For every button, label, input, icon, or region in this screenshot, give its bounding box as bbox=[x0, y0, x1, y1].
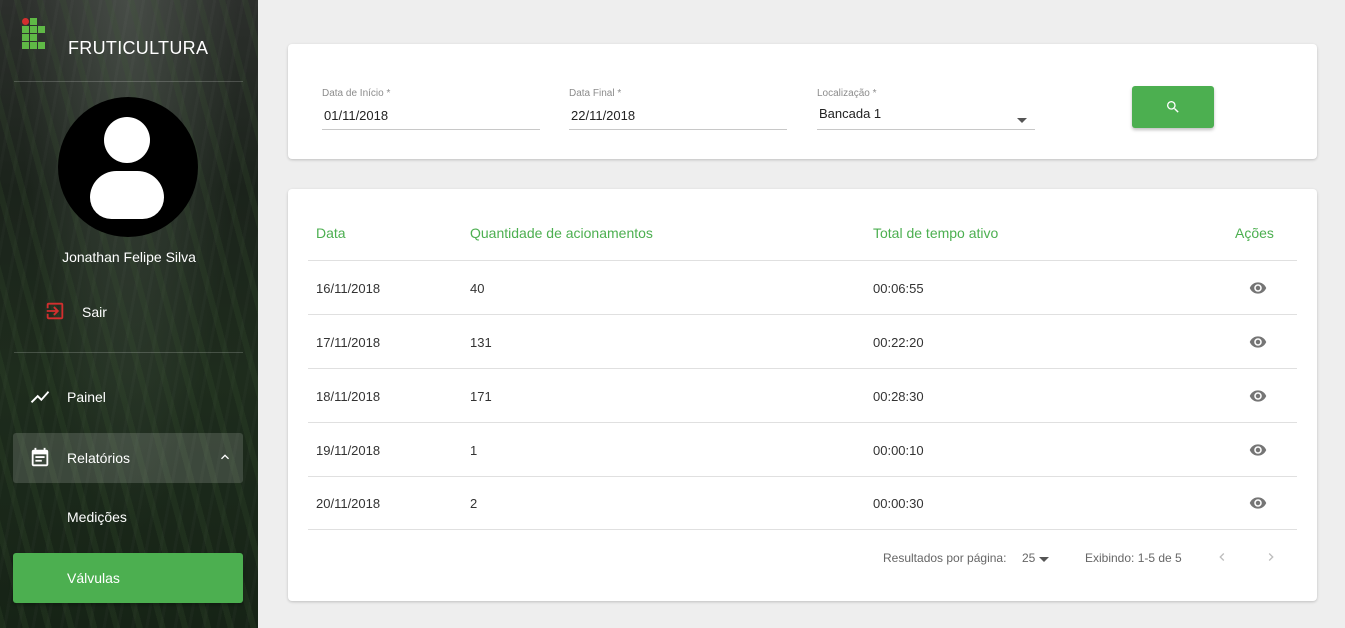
sidebar-item-painel[interactable]: Painel bbox=[13, 372, 243, 422]
chevron-up-icon bbox=[221, 454, 229, 460]
column-header-quantidade[interactable]: Quantidade de acionamentos bbox=[470, 225, 653, 241]
sidebar-item-valvulas[interactable]: Válvulas bbox=[13, 553, 243, 603]
sidebar-item-relatorios[interactable]: Relatórios bbox=[13, 433, 243, 483]
filter-card: Data de Início * 01/11/2018 Data Final *… bbox=[288, 44, 1317, 159]
trending-up-icon bbox=[30, 391, 50, 403]
results-card: Data Quantidade de acionamentos Total de… bbox=[288, 189, 1317, 601]
avatar bbox=[58, 97, 198, 237]
per-page-value[interactable]: 25 bbox=[1022, 551, 1035, 565]
start-date-field[interactable]: Data de Início * 01/11/2018 bbox=[322, 88, 540, 130]
location-value[interactable]: Bancada 1 bbox=[817, 106, 1035, 130]
logout-icon bbox=[46, 302, 64, 320]
sidebar-item-medicoes[interactable]: Medições bbox=[13, 492, 243, 542]
sidebar-item-label: Painel bbox=[67, 389, 106, 405]
sidebar-divider bbox=[14, 81, 243, 82]
chevron-left-icon[interactable] bbox=[1214, 549, 1230, 565]
search-icon bbox=[1167, 101, 1179, 113]
view-eye-icon[interactable] bbox=[1248, 333, 1268, 351]
table-row: 17/11/2018 131 00:22:20 bbox=[308, 315, 1297, 369]
location-select[interactable]: Localização * Bancada 1 bbox=[817, 88, 1035, 130]
cell-time: 00:00:30 bbox=[873, 496, 924, 511]
cell-date: 17/11/2018 bbox=[316, 335, 381, 350]
cell-count: 171 bbox=[470, 389, 492, 404]
range-text: Exibindo: 1-5 de 5 bbox=[1085, 551, 1182, 565]
cell-date: 20/11/2018 bbox=[316, 496, 381, 511]
search-button[interactable] bbox=[1132, 86, 1214, 128]
cell-date: 18/11/2018 bbox=[316, 389, 381, 404]
cell-count: 2 bbox=[470, 496, 478, 511]
cell-count: 1 bbox=[470, 443, 478, 458]
chevron-right-icon[interactable] bbox=[1263, 549, 1279, 565]
view-eye-icon[interactable] bbox=[1248, 494, 1268, 512]
column-header-acoes: Ações bbox=[1235, 225, 1274, 241]
view-eye-icon[interactable] bbox=[1248, 387, 1268, 405]
view-eye-icon[interactable] bbox=[1248, 441, 1268, 459]
logout-label: Sair bbox=[82, 304, 107, 320]
column-header-data[interactable]: Data bbox=[316, 225, 346, 241]
view-eye-icon[interactable] bbox=[1248, 279, 1268, 297]
cell-date: 19/11/2018 bbox=[316, 443, 381, 458]
calendar-icon bbox=[31, 447, 49, 467]
cell-time: 00:00:10 bbox=[873, 443, 924, 458]
table-row: 19/11/2018 1 00:00:10 bbox=[308, 423, 1297, 477]
sidebar-item-label: Relatórios bbox=[67, 450, 131, 466]
cell-time: 00:06:55 bbox=[873, 281, 924, 296]
institution-logo bbox=[22, 18, 48, 54]
dropdown-arrow-icon[interactable] bbox=[1017, 118, 1027, 123]
per-page-label: Resultados por página: bbox=[883, 551, 1007, 565]
brand: FRUTICULTURA bbox=[22, 18, 208, 58]
end-date-label: Data Final * bbox=[569, 88, 622, 99]
table-row: 20/11/2018 2 00:00:30 bbox=[308, 476, 1297, 530]
cell-date: 16/11/2018 bbox=[316, 281, 381, 296]
table-row: 16/11/2018 40 00:06:55 bbox=[308, 261, 1297, 315]
per-page-select[interactable]: 25 bbox=[1022, 551, 1049, 565]
cell-time: 00:22:20 bbox=[873, 335, 924, 350]
dropdown-arrow-icon[interactable] bbox=[1038, 554, 1049, 564]
app-title: FRUTICULTURA bbox=[68, 38, 209, 58]
sidebar: FRUTICULTURA Jonathan Felipe Silva Sair … bbox=[0, 0, 258, 628]
column-header-tempo[interactable]: Total de tempo ativo bbox=[873, 225, 998, 241]
cell-count: 40 bbox=[470, 281, 485, 296]
cell-count: 131 bbox=[470, 335, 492, 350]
start-date-input[interactable]: 01/11/2018 bbox=[322, 108, 540, 130]
user-name: Jonathan Felipe Silva bbox=[62, 249, 196, 265]
table-header: Data Quantidade de acionamentos Total de… bbox=[308, 213, 1297, 261]
sidebar-divider bbox=[14, 352, 243, 353]
end-date-input[interactable]: 22/11/2018 bbox=[569, 108, 787, 130]
location-label: Localização * bbox=[817, 88, 877, 99]
sidebar-item-label: Medições bbox=[67, 509, 127, 525]
table-row: 18/11/2018 171 00:28:30 bbox=[308, 369, 1297, 423]
start-date-label: Data de Início * bbox=[322, 88, 391, 99]
sidebar-item-label: Válvulas bbox=[67, 570, 120, 586]
cell-time: 00:28:30 bbox=[873, 389, 924, 404]
logout-button[interactable]: Sair bbox=[44, 300, 107, 322]
end-date-field[interactable]: Data Final * 22/11/2018 bbox=[569, 88, 787, 130]
